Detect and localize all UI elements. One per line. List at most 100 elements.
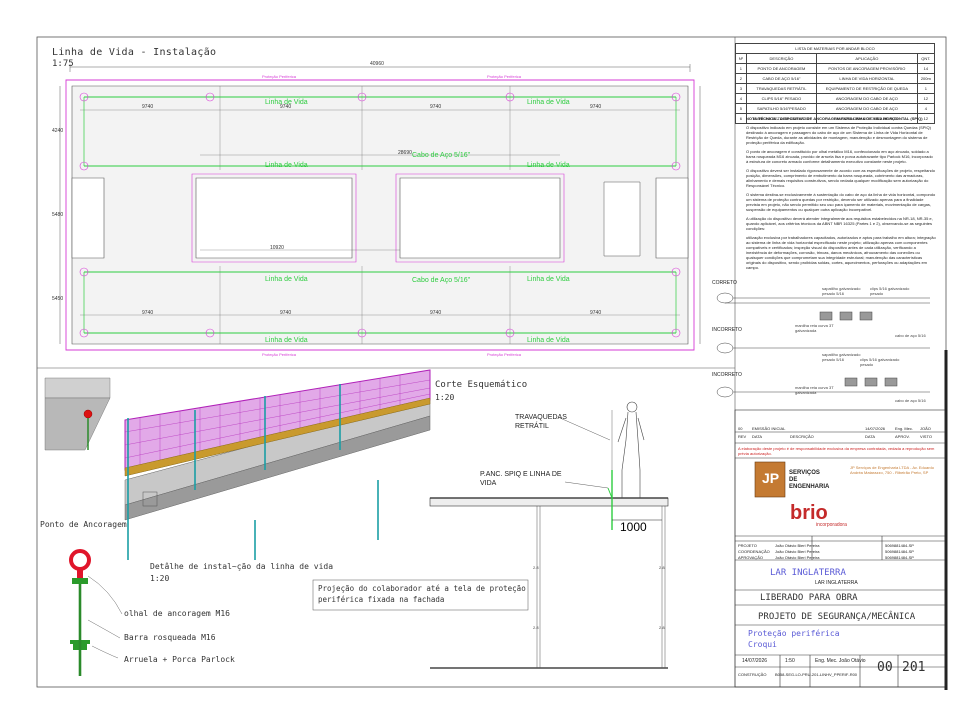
protecao-label-3: Proteção Periferica: [262, 352, 297, 357]
plan-dim-seg-3: 9740: [430, 104, 442, 110]
notes-paragraph: A utilização do dispositivo deverá atend…: [746, 216, 933, 231]
notes-paragraph: O ponto de ancoragem é constituído por o…: [746, 149, 933, 164]
terminal-cabo-2: cabo de aço 5/16: [895, 398, 926, 403]
warning-text: A elaboração deste projeto é de responsa…: [738, 446, 935, 456]
materials-col-desc: DESCRIÇÃO: [745, 53, 818, 64]
rev-header-rev: REV: [738, 434, 747, 439]
table-row: 5 SAPATILHO 5/16"PESADO ANCORAGEM DO CABO …: [735, 103, 936, 114]
life-line-label-4: Linha de Vida: [527, 162, 570, 169]
rev-row-desc: EMISSÃO INICIAL: [752, 426, 786, 431]
people-role-3: APROVAÇÃO: [738, 555, 764, 560]
terminal-manilha-2: manilha reta curva 3T galvanizada: [795, 385, 834, 395]
iso-detail: [44, 369, 431, 560]
table-row: 3 TRAVAQUEDAS RETRÁTIL EQUIPAMENTO DE REST…: [735, 83, 936, 94]
section-drawing: [429, 401, 669, 669]
plan-dim-total: 40960: [370, 61, 384, 67]
detail-note: Projeção do colaborador até a tela de pr…: [318, 584, 526, 604]
cable-terminal-diagrams: [716, 292, 930, 398]
materials-col-qty: QNT.: [916, 53, 936, 64]
project-name: PROJETO DE SEGURANÇA/MECÂNICA: [758, 612, 916, 622]
detail-scale: 1:20: [150, 574, 170, 583]
people-reg-2: 5069881484-SP: [885, 549, 914, 554]
tb-code: B058-SEG-LO-PRU-201-LINHV_PPERIF-R00: [775, 672, 858, 677]
rev-row-date: 14/07/2026: [865, 426, 886, 431]
terminal-sapatilho-2: sapatilho galvanizado pesado 5/16: [822, 352, 861, 362]
people-reg-3: 5069881484-SP: [885, 555, 914, 560]
company-logo-mark: JP: [762, 470, 780, 486]
tb-construcao: CONSTRUÇÃO: [738, 672, 767, 677]
section-dim-small-1: 2.8: [533, 565, 539, 570]
notes-paragraph: O dispositivo deverá ser instalado rigor…: [746, 168, 935, 188]
table-row: 1 PONTO DE ANCORAGEM PONTOS DE ANCORAGEM P…: [735, 63, 936, 74]
obra-name: LAR INGLATERRA: [770, 568, 846, 578]
tb-rev: 00: [877, 660, 893, 675]
tb-engineer: Eng. Mec. João Otávio: [815, 658, 866, 664]
detail-arruela-label: Arruela + Porca Parlock: [124, 655, 235, 664]
drawing-sub: Croqui: [748, 640, 777, 649]
rev-header-visto: VISTO: [920, 434, 932, 439]
terminal-correct-label: CORRETO: [712, 280, 737, 286]
detail-ponto-label: Ponto de Ancoragem: [40, 520, 127, 529]
people-reg-1: 5069881484-SP: [885, 543, 914, 548]
plan-dim-seg-8: 9740: [590, 310, 602, 316]
section-dim-small-2: 2.8: [533, 625, 539, 630]
people-name-2: João Otávio Bieri Pereira: [775, 549, 820, 554]
notes-paragraph: O dispositivo indicado em projeto consis…: [746, 125, 931, 145]
client-sub: incorporadora: [816, 522, 847, 528]
floor-plan: [59, 64, 701, 351]
notes-paragraph: utilização exclusiva por trabalhadores c…: [746, 235, 936, 270]
rev-header-aprov: APROV.: [895, 434, 910, 439]
status-text: LIBERADO PARA OBRA: [760, 593, 858, 603]
terminal-clips-2: clips 5/16 galvanizado pesado: [860, 357, 900, 367]
life-line-label-1: Linha de Vida: [265, 99, 308, 106]
detail-title: Detâlhe de instal~ção da linha de vida: [150, 562, 334, 571]
rev-header-date: DATA: [865, 434, 876, 439]
section-dim-small-3: 2.8: [659, 565, 665, 570]
materials-table-title: LISTA DE MATERIAIS POR ANDAR BLOCO: [735, 43, 935, 54]
materials-col-n: Nº: [735, 53, 747, 64]
plan-dim-v2: 5480: [52, 212, 64, 218]
rev-row-name: JOÃO: [920, 426, 931, 431]
section-panc-label: P.ANC. SPIQ E LINHA DE VIDA: [480, 471, 562, 487]
protecao-label-4: Proteção Periferica: [487, 352, 522, 357]
drawing-name: Proteção periférica: [748, 629, 840, 638]
plan-dim-seg-7: 9740: [430, 310, 442, 316]
terminal-sapatilho-1: sapatilho galvanizado pesado 5/16: [822, 286, 861, 296]
life-line-label-8: Linha de Vida: [527, 337, 570, 344]
tb-sheet: 201: [902, 660, 926, 675]
plan-dim-v3: 5450: [52, 296, 64, 302]
terminal-incorrect-label-2: INCORRETO: [712, 372, 742, 378]
terminal-manilha-1: manilha reta curva 3T galvanizada: [795, 323, 834, 333]
plan-dim-seg-4: 9740: [590, 104, 602, 110]
section-scale: 1:20: [435, 393, 455, 402]
tb-date: 14/07/2026: [742, 658, 768, 664]
detail-olhal-label: olhal de ancoragem M16: [124, 609, 230, 618]
cable-label-1: Cabo de Aço 5/16": [412, 152, 471, 159]
table-row: 4 CLIPS 5/16" PESADO ANCORAGEM DO CABO DE …: [735, 93, 936, 104]
people-name-3: João Otávio Bieri Pereira: [775, 555, 820, 560]
notes-paragraph: O sistema destina-se exclusivamente à su…: [746, 192, 936, 212]
protecao-label-2: Proteção Periferica: [487, 74, 522, 79]
protecao-label-1: Proteção Periferica: [262, 74, 297, 79]
materials-col-app: APLICAÇÃO: [816, 53, 918, 64]
tb-scale: 1:50: [785, 658, 795, 664]
rev-row-rev: 00: [738, 426, 743, 431]
section-dim-small-4: 2.8: [659, 625, 665, 630]
plan-title: Linha de Vida - Instalação: [52, 47, 217, 58]
rev-header-desc: DESCRIÇÃO: [790, 434, 814, 439]
terminal-cabo-1: cabo de aço 5/16: [895, 333, 926, 338]
cable-label-2: Cabo de Aço 5/16": [412, 277, 471, 284]
life-line-label-3: Linha de Vida: [265, 162, 308, 169]
company-name: SERVIÇOS DE ENGENHARIA: [789, 470, 830, 490]
people-role-1: PROJETO: [738, 543, 757, 548]
plan-dim-seg-1: 9740: [142, 104, 154, 110]
table-row: 2 CABO DE AÇO 5/16" LINHA DE VIDA HORIZONT…: [735, 73, 936, 84]
materials-table: LISTA DE MATERIAIS POR ANDAR BLOCO Nº DE…: [735, 43, 936, 124]
rev-row-eng: Eng. Mec.: [895, 426, 914, 431]
people-role-2: COORDENAÇÃO: [738, 549, 770, 554]
terminal-incorrect-label-1: INCORRETO: [712, 327, 742, 333]
plan-dim-seg-6: 9740: [280, 310, 292, 316]
technical-notes: NOTA TÉCNICA – DISPOSITIVO DE ANCORAGEM …: [746, 116, 936, 274]
plan-scale: 1:75: [52, 59, 74, 69]
detail-barra-label: Barra rosqueada M16: [124, 633, 216, 642]
